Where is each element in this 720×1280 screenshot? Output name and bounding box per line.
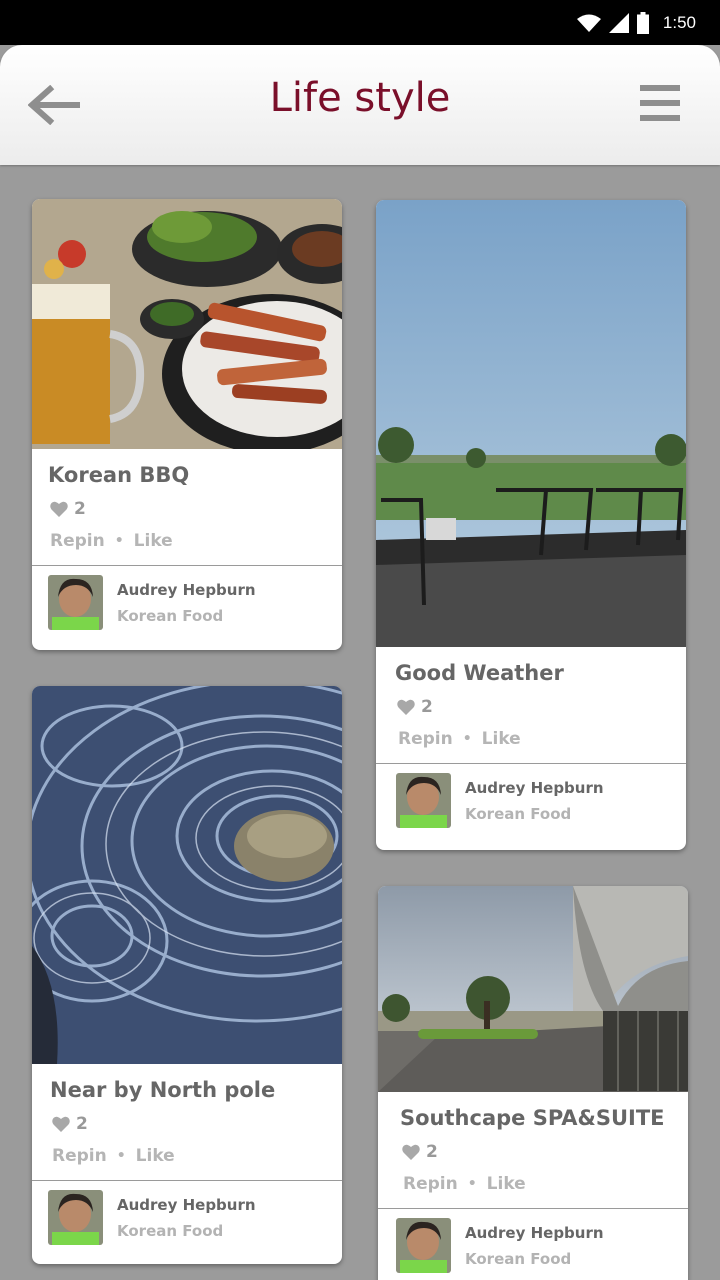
separator-dot: • <box>116 1148 126 1164</box>
pin-title[interactable]: Southcape SPA&SUITE <box>378 1092 688 1130</box>
pin-title[interactable]: Near by North pole <box>32 1064 342 1102</box>
author-info: Audrey Hepburn Korean Food <box>117 1196 256 1240</box>
author-info: Audrey Hepburn Korean Food <box>117 581 256 625</box>
menu-button[interactable] <box>640 85 682 123</box>
status-bar: 1:50 <box>0 0 720 45</box>
pin-card[interactable]: Southcape SPA&SUITE 2 Repin • Like Audre… <box>378 886 688 1280</box>
page-title: Life style <box>269 75 451 121</box>
author-row[interactable]: Audrey Hepburn Korean Food <box>32 566 342 639</box>
app-bar: Life style <box>0 45 720 165</box>
like-link[interactable]: Like <box>482 729 521 749</box>
like-count-value: 2 <box>76 1114 88 1134</box>
pin-card[interactable]: Korean BBQ 2 Repin • Like Audrey Hepburn… <box>32 199 342 650</box>
heart-icon <box>52 1116 70 1132</box>
pin-image[interactable] <box>378 886 688 1092</box>
status-icons: 1:50 <box>576 10 696 36</box>
author-name[interactable]: Audrey Hepburn <box>117 1196 256 1214</box>
author-name[interactable]: Audrey Hepburn <box>465 779 604 797</box>
board-name[interactable]: Korean Food <box>465 805 604 823</box>
repin-link[interactable]: Repin <box>403 1174 458 1194</box>
pin-image[interactable] <box>32 686 342 1064</box>
separator-dot: • <box>462 731 472 747</box>
wifi-icon <box>576 14 601 32</box>
like-count-value: 2 <box>74 499 86 519</box>
avatar[interactable] <box>48 1190 103 1245</box>
repin-link[interactable]: Repin <box>52 1146 107 1166</box>
like-count: 2 <box>376 685 686 717</box>
like-link[interactable]: Like <box>136 1146 175 1166</box>
hamburger-menu-icon <box>640 85 680 121</box>
heart-icon <box>402 1144 420 1160</box>
heart-icon <box>50 501 68 517</box>
like-link[interactable]: Like <box>134 531 173 551</box>
repin-link[interactable]: Repin <box>398 729 453 749</box>
author-name[interactable]: Audrey Hepburn <box>465 1224 604 1242</box>
board-name[interactable]: Korean Food <box>117 607 256 625</box>
pin-image[interactable] <box>376 200 686 647</box>
status-time: 1:50 <box>662 13 696 32</box>
pin-image[interactable] <box>32 199 342 449</box>
board-name[interactable]: Korean Food <box>117 1222 256 1240</box>
cell-signal-icon <box>608 13 629 33</box>
avatar[interactable] <box>48 575 103 630</box>
pin-card[interactable]: Good Weather 2 Repin • Like Audrey Hepbu… <box>376 200 686 850</box>
pin-actions: Repin • Like <box>378 1162 688 1208</box>
avatar[interactable] <box>396 1218 451 1273</box>
author-name[interactable]: Audrey Hepburn <box>117 581 256 599</box>
pin-actions: Repin • Like <box>32 1134 342 1180</box>
author-row[interactable]: Audrey Hepburn Korean Food <box>378 1209 688 1280</box>
like-count: 2 <box>378 1130 688 1162</box>
pin-title[interactable]: Korean BBQ <box>32 449 342 487</box>
pin-title[interactable]: Good Weather <box>376 647 686 685</box>
pin-actions: Repin • Like <box>32 519 342 565</box>
board-name[interactable]: Korean Food <box>465 1250 604 1268</box>
author-row[interactable]: Audrey Hepburn Korean Food <box>376 764 686 837</box>
heart-icon <box>397 699 415 715</box>
separator-dot: • <box>467 1176 477 1192</box>
pin-actions: Repin • Like <box>376 717 686 763</box>
author-info: Audrey Hepburn Korean Food <box>465 1224 604 1268</box>
author-row[interactable]: Audrey Hepburn Korean Food <box>32 1181 342 1254</box>
separator-dot: • <box>114 533 124 549</box>
author-info: Audrey Hepburn Korean Food <box>465 779 604 823</box>
like-link[interactable]: Like <box>487 1174 526 1194</box>
avatar[interactable] <box>396 773 451 828</box>
like-count-value: 2 <box>421 697 433 717</box>
pin-card[interactable]: Near by North pole 2 Repin • Like Audrey… <box>32 686 342 1264</box>
repin-link[interactable]: Repin <box>50 531 105 551</box>
battery-icon <box>636 12 649 34</box>
like-count: 2 <box>32 1102 342 1134</box>
like-count: 2 <box>32 487 342 519</box>
like-count-value: 2 <box>426 1142 438 1162</box>
